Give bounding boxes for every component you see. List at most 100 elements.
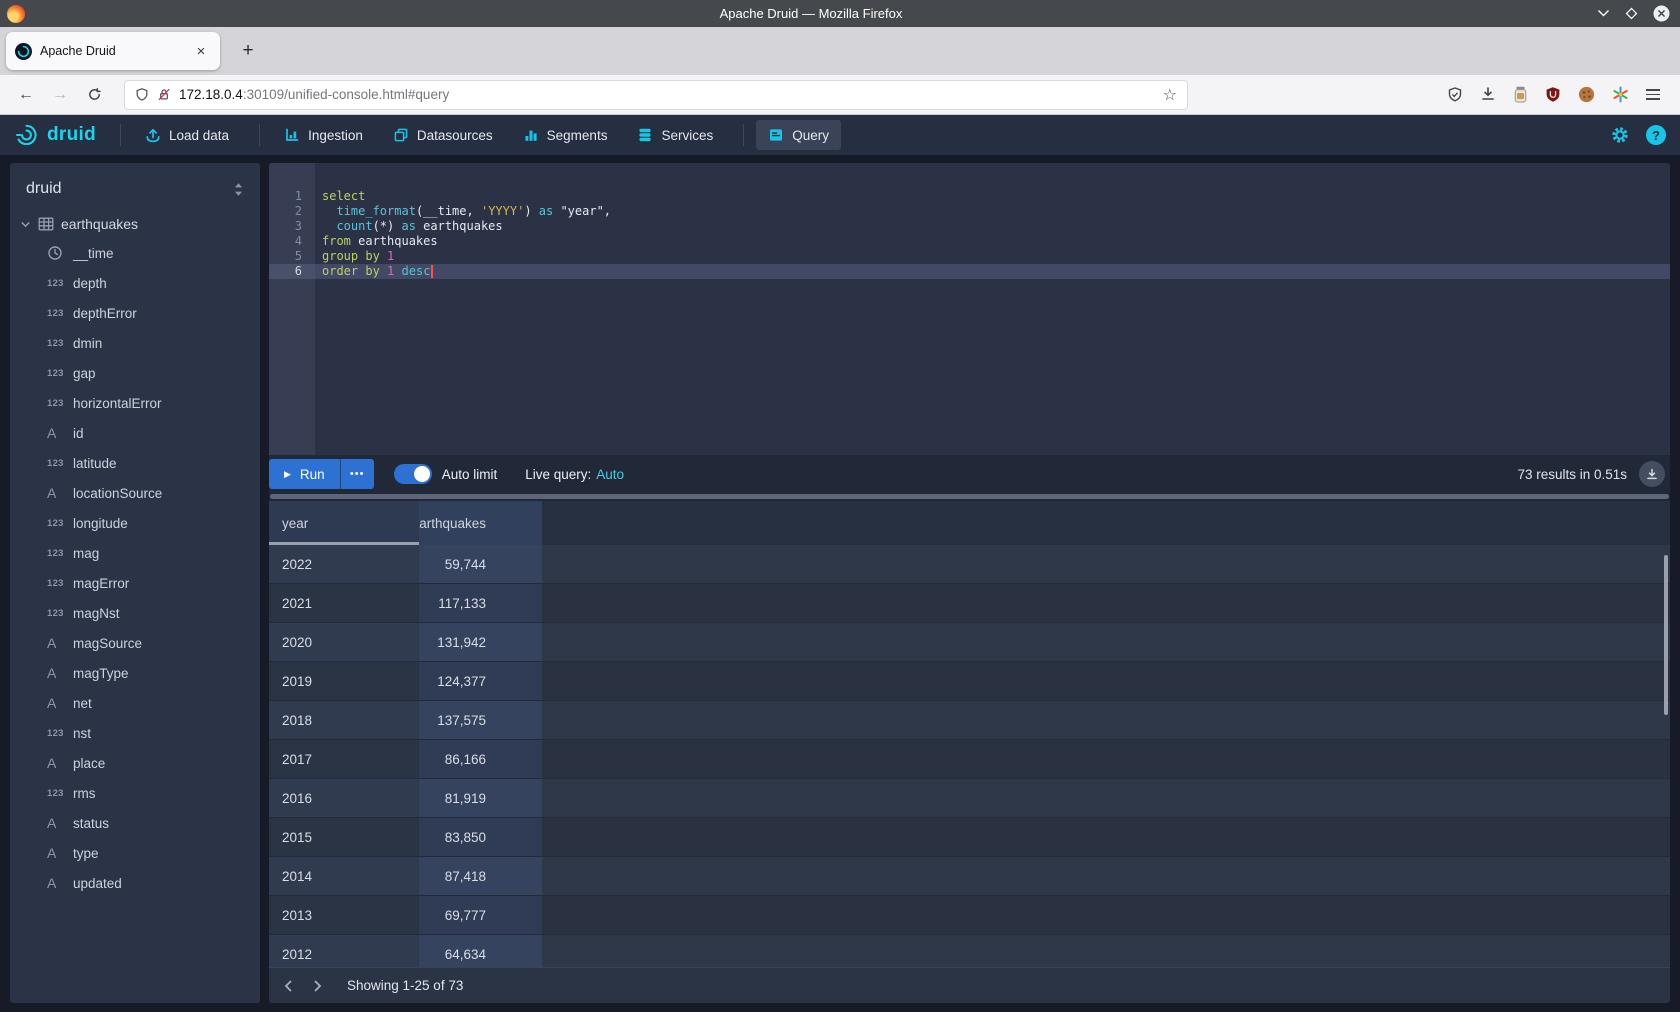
cell-earthquakes[interactable]: 83,850	[419, 818, 542, 856]
column-item-latitude[interactable]: 123latitude	[10, 448, 260, 478]
cell-year[interactable]: 2020	[269, 623, 419, 661]
table-row[interactable]: 201369,777	[269, 896, 1670, 935]
run-more-button[interactable]: •••	[340, 459, 374, 489]
druid-logo[interactable]: druid	[14, 122, 96, 148]
editor-code[interactable]: select time_format(__time, 'YYYY') as "y…	[315, 163, 1670, 455]
column-item-updated[interactable]: Aupdated	[10, 868, 260, 898]
code-line-3[interactable]: count(*) as earthquakes	[315, 219, 1670, 234]
nav-load-data[interactable]: Load data	[133, 120, 241, 150]
column-item-__time[interactable]: __time	[10, 238, 260, 268]
cell-year[interactable]: 2012	[269, 935, 419, 967]
cell-year[interactable]: 2018	[269, 701, 419, 739]
cell-year[interactable]: 2014	[269, 857, 419, 895]
back-button[interactable]: ←	[12, 81, 40, 109]
code-line-2[interactable]: time_format(__time, 'YYYY') as "year",	[315, 204, 1670, 219]
browser-tab[interactable]: Apache Druid ×	[6, 32, 220, 70]
column-item-mag[interactable]: 123mag	[10, 538, 260, 568]
column-item-depth[interactable]: 123depth	[10, 268, 260, 298]
nav-datasources[interactable]: Datasources	[381, 120, 505, 150]
insecure-lock-icon[interactable]	[157, 87, 171, 102]
window-minimize-icon[interactable]	[1597, 9, 1610, 18]
url-bar[interactable]: 172.18.0.4:30109/unified-console.html#qu…	[124, 80, 1188, 110]
cell-earthquakes[interactable]: 86,166	[419, 740, 542, 778]
prev-page-button[interactable]	[275, 972, 303, 1000]
reload-button[interactable]	[80, 81, 108, 109]
column-item-id[interactable]: Aid	[10, 418, 260, 448]
cell-earthquakes[interactable]: 117,133	[419, 584, 542, 622]
cell-earthquakes[interactable]: 81,919	[419, 779, 542, 817]
column-item-horizontalError[interactable]: 123horizontalError	[10, 388, 260, 418]
vertical-scrollbar[interactable]	[1664, 555, 1668, 715]
column-item-magSource[interactable]: AmagSource	[10, 628, 260, 658]
cell-earthquakes[interactable]: 59,744	[419, 545, 542, 583]
column-item-type[interactable]: Atype	[10, 838, 260, 868]
download-results-button[interactable]	[1639, 461, 1665, 487]
permissions-shield-icon[interactable]	[135, 87, 149, 102]
bookmark-star-icon[interactable]: ☆	[1163, 85, 1177, 105]
column-item-locationSource[interactable]: AlocationSource	[10, 478, 260, 508]
help-icon[interactable]: ?	[1646, 125, 1666, 145]
downloads-icon[interactable]	[1480, 86, 1496, 102]
table-row[interactable]: 2018137,575	[269, 701, 1670, 740]
code-line-5[interactable]: group by 1	[315, 249, 1670, 264]
code-line-4[interactable]: from earthquakes	[315, 234, 1670, 249]
column-item-magType[interactable]: AmagType	[10, 658, 260, 688]
cell-year[interactable]: 2015	[269, 818, 419, 856]
window-maximize-icon[interactable]	[1625, 7, 1638, 20]
cell-year[interactable]: 2022	[269, 545, 419, 583]
extension-jar-icon[interactable]	[1513, 86, 1528, 103]
column-item-longitude[interactable]: 123longitude	[10, 508, 260, 538]
column-item-status[interactable]: Astatus	[10, 808, 260, 838]
column-header-earthquakes[interactable]: earthquakes	[419, 501, 542, 545]
column-item-place[interactable]: Aplace	[10, 748, 260, 778]
horizontal-scrollbar[interactable]	[270, 494, 1669, 499]
table-row[interactable]: 201681,919	[269, 779, 1670, 818]
tab-close-icon[interactable]: ×	[191, 41, 211, 61]
run-button[interactable]: ▶ Run	[269, 459, 340, 489]
cell-earthquakes[interactable]: 64,634	[419, 935, 542, 967]
code-line-6[interactable]: order by 1 desc	[315, 264, 1670, 279]
column-item-dmin[interactable]: 123dmin	[10, 328, 260, 358]
live-query-value[interactable]: Auto	[596, 467, 624, 482]
cell-year[interactable]: 2019	[269, 662, 419, 700]
column-item-nst[interactable]: 123nst	[10, 718, 260, 748]
next-page-button[interactable]	[303, 972, 331, 1000]
table-row[interactable]: 201264,634	[269, 935, 1670, 967]
column-item-gap[interactable]: 123gap	[10, 358, 260, 388]
column-item-rms[interactable]: 123rms	[10, 778, 260, 808]
settings-gear-icon[interactable]	[1610, 125, 1630, 145]
cell-year[interactable]: 2016	[269, 779, 419, 817]
nav-ingestion[interactable]: Ingestion	[272, 120, 375, 150]
auto-limit-toggle[interactable]	[394, 464, 432, 484]
protections-shield-icon[interactable]	[1447, 86, 1463, 103]
table-row[interactable]: 2019124,377	[269, 662, 1670, 701]
column-header-year[interactable]: year	[269, 501, 419, 545]
table-row[interactable]: 201583,850	[269, 818, 1670, 857]
cell-earthquakes[interactable]: 137,575	[419, 701, 542, 739]
nav-query[interactable]: Query	[756, 120, 841, 150]
sort-carets-icon[interactable]	[233, 182, 244, 197]
window-close-icon[interactable]	[1653, 5, 1670, 22]
column-item-magNst[interactable]: 123magNst	[10, 598, 260, 628]
cell-earthquakes[interactable]: 131,942	[419, 623, 542, 661]
nav-segments[interactable]: Segments	[511, 120, 620, 150]
table-row[interactable]: 201487,418	[269, 857, 1670, 896]
table-row[interactable]: 202259,744	[269, 545, 1670, 584]
new-tab-button[interactable]: +	[234, 37, 262, 65]
cell-year[interactable]: 2021	[269, 584, 419, 622]
sql-editor[interactable]: 123456 select time_format(__time, 'YYYY'…	[269, 163, 1670, 455]
column-item-net[interactable]: Anet	[10, 688, 260, 718]
cell-earthquakes[interactable]: 69,777	[419, 896, 542, 934]
colorful-asterisk-icon[interactable]	[1612, 86, 1629, 103]
table-tree-item[interactable]: earthquakes	[10, 210, 260, 238]
cell-year[interactable]: 2013	[269, 896, 419, 934]
cell-earthquakes[interactable]: 87,418	[419, 857, 542, 895]
table-row[interactable]: 2020131,942	[269, 623, 1670, 662]
table-row[interactable]: 201786,166	[269, 740, 1670, 779]
chevron-down-icon[interactable]	[20, 219, 31, 230]
column-item-depthError[interactable]: 123depthError	[10, 298, 260, 328]
ublock-icon[interactable]	[1545, 86, 1561, 103]
nav-services[interactable]: Services	[625, 120, 725, 150]
code-line-1[interactable]: select	[315, 189, 1670, 204]
table-row[interactable]: 2021117,133	[269, 584, 1670, 623]
